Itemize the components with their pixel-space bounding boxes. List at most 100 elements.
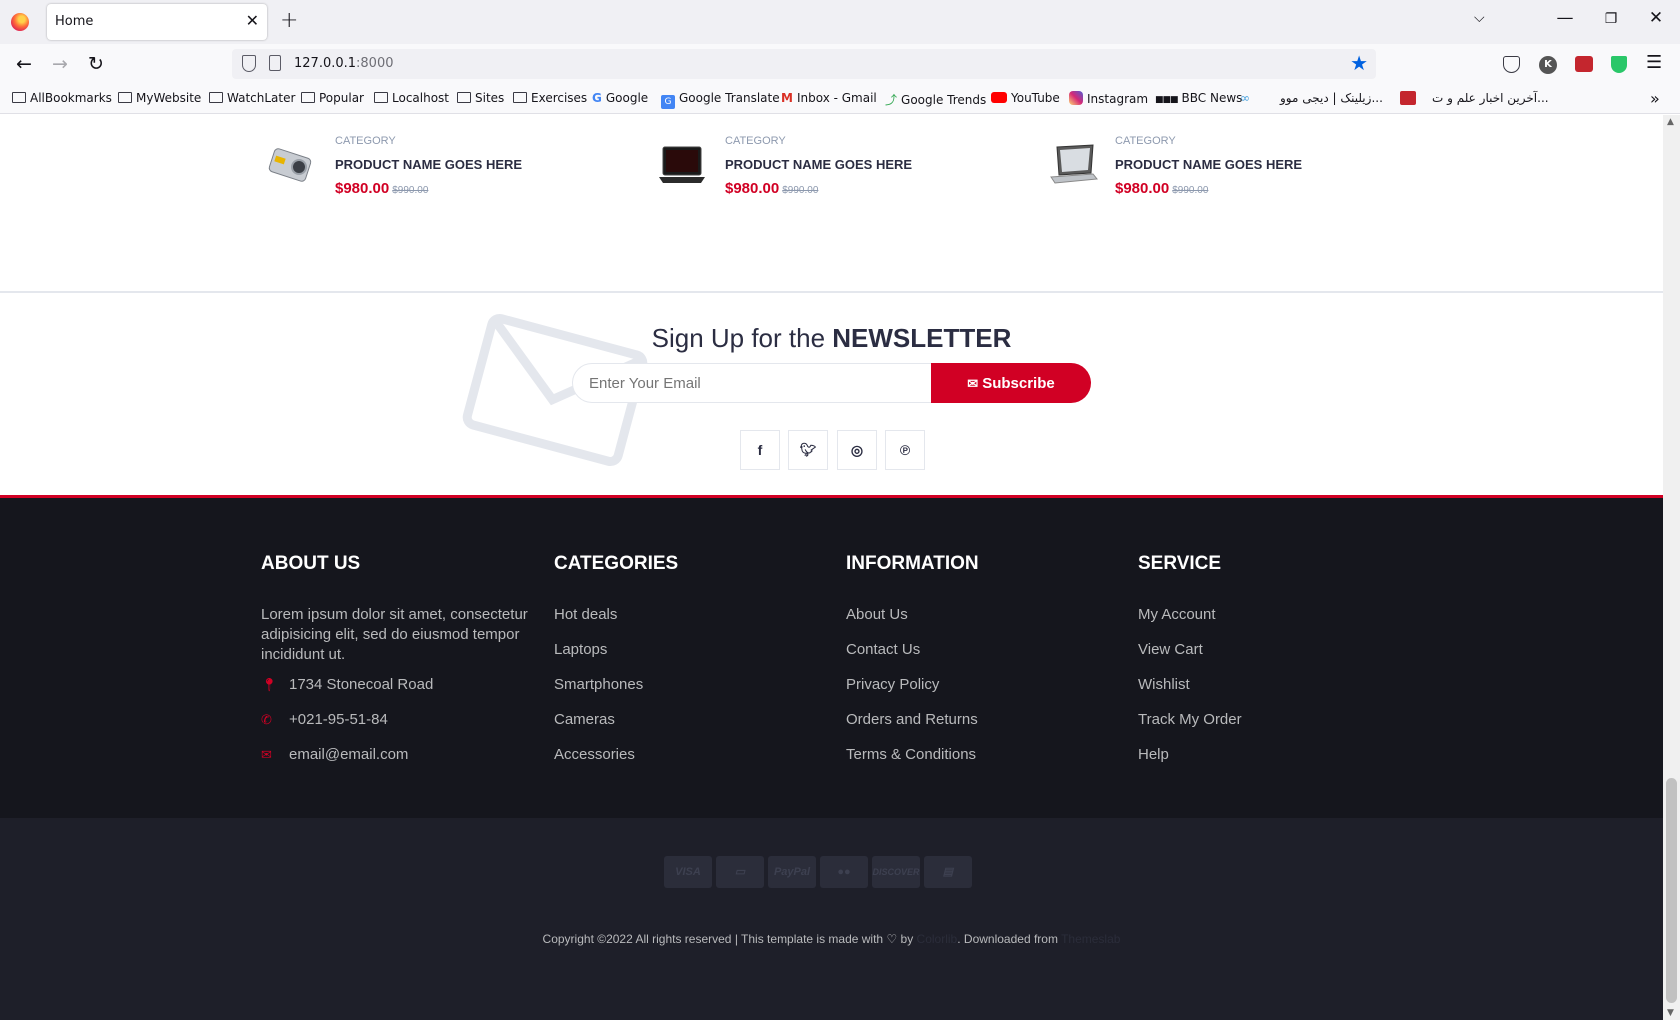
minimize-icon[interactable]: —: [1550, 8, 1580, 28]
product-name[interactable]: PRODUCT NAME GOES HERE: [335, 157, 522, 172]
back-arrow-icon[interactable]: ←: [12, 53, 36, 75]
restore-window-icon[interactable]: ❐: [1596, 11, 1626, 27]
footer-link-smartphones[interactable]: Smartphones: [554, 675, 834, 710]
footer-link-about-us[interactable]: About Us: [846, 605, 1126, 640]
extension-calendar-icon[interactable]: [1575, 56, 1593, 72]
tab-title: Home: [55, 14, 94, 29]
bookmark-science-news-label[interactable]: آخرین اخبار علم و ت...: [1432, 91, 1549, 105]
page-scrollbar[interactable]: ▲ ▼: [1663, 115, 1680, 1020]
bookmark-google[interactable]: G Google: [592, 91, 648, 105]
page-info-icon[interactable]: [269, 55, 281, 71]
footer-link-cameras[interactable]: Cameras: [554, 710, 834, 745]
scrollbar-thumb[interactable]: [1666, 778, 1677, 1003]
twitter-icon[interactable]: 🐦︎: [788, 430, 828, 470]
product-name[interactable]: PRODUCT NAME GOES HERE: [725, 157, 912, 172]
pinterest-icon[interactable]: ℗: [885, 430, 925, 470]
footer-link-terms[interactable]: Terms & Conditions: [846, 745, 1126, 780]
more-bookmarks-chevron-icon[interactable]: »: [1650, 89, 1660, 108]
price-old: $990.00: [392, 185, 429, 196]
bookmark-allbookmarks[interactable]: AllBookmarks: [12, 91, 112, 105]
laptop-silver-product-image[interactable]: [1045, 143, 1099, 187]
footer-link-help[interactable]: Help: [1138, 745, 1418, 780]
bookmark-mywebsite[interactable]: MyWebsite: [118, 91, 201, 105]
bookmark-gmail[interactable]: M Inbox - Gmail: [781, 91, 877, 105]
product-category: CATEGORY: [725, 135, 786, 147]
bookmark-google-translate[interactable]: G Google Translate: [661, 91, 780, 109]
product-widget[interactable]: CATEGORY PRODUCT NAME GOES HERE $980.00 $…: [265, 135, 605, 205]
bookmark-label: Sites: [475, 91, 505, 105]
copyright: Copyright ©2022 All rights reserved | Th…: [0, 932, 1663, 946]
bookmark-watchlater[interactable]: WatchLater: [209, 91, 295, 105]
price-current: $980.00: [725, 180, 780, 197]
newsletter-email-input[interactable]: [572, 363, 932, 403]
bookmark-label: WatchLater: [227, 91, 296, 105]
footer-link-orders-returns[interactable]: Orders and Returns: [846, 710, 1126, 745]
subscribe-label: Subscribe: [982, 374, 1055, 392]
themeslab-link[interactable]: Themeslab: [1061, 932, 1120, 946]
browser-tab-home[interactable]: Home ✕: [47, 4, 267, 40]
bookmark-google-trends[interactable]: ⤴ Google Trends: [885, 91, 986, 108]
reload-icon[interactable]: ↻: [84, 53, 108, 75]
paypal-icon: PayPal: [768, 856, 816, 888]
laptop-dark-product-image[interactable]: [655, 143, 709, 187]
footer-link-wishlist[interactable]: Wishlist: [1138, 675, 1418, 710]
bookmark-bbc-news[interactable]: ■■■ BBC News: [1155, 91, 1242, 105]
account-avatar[interactable]: K: [1539, 56, 1557, 74]
footer-link-contact-us[interactable]: Contact Us: [846, 640, 1126, 675]
bookmark-popular[interactable]: Popular: [301, 91, 364, 105]
instagram-icon[interactable]: ◎: [837, 430, 877, 470]
colorlib-link[interactable]: Colorlib: [917, 932, 958, 946]
footer-link-accessories[interactable]: Accessories: [554, 745, 834, 780]
footer-address[interactable]: 📍︎ 1734 Stonecoal Road: [261, 675, 541, 710]
scroll-up-arrow-icon[interactable]: ▲: [1667, 117, 1674, 127]
footer-service-column: Service My Account View Cart Wishlist Tr…: [1138, 553, 1418, 780]
phone-text: +021-95-51-84: [289, 711, 388, 728]
bookmark-star-icon[interactable]: ★: [1350, 51, 1368, 75]
footer-email[interactable]: ✉ email@email.com: [261, 745, 541, 780]
google-icon: G: [592, 91, 602, 105]
bookmarks-toolbar: AllBookmarks MyWebsite WatchLater Popula…: [0, 84, 1680, 114]
bookmark-sites[interactable]: Sites: [457, 91, 504, 105]
forward-arrow-icon[interactable]: →: [48, 53, 72, 75]
close-tab-icon[interactable]: ✕: [246, 11, 259, 30]
footer-phone[interactable]: ✆ +021-95-51-84: [261, 710, 541, 745]
url-bar[interactable]: 127.0.0.1:8000 ★: [232, 49, 1376, 79]
pocket-icon[interactable]: [1503, 56, 1520, 73]
browser-navigation-bar: ← → ↻ 127.0.0.1:8000 ★ K 2 ☰: [0, 44, 1680, 103]
footer-link-view-cart[interactable]: View Cart: [1138, 640, 1418, 675]
tracking-protection-shield-icon[interactable]: [242, 55, 256, 72]
adguard-shield-icon[interactable]: [1611, 56, 1627, 73]
new-tab-plus-icon[interactable]: +: [280, 8, 298, 33]
bookmark-label: BBC News: [1181, 91, 1243, 105]
footer-title-information: Information: [846, 553, 979, 574]
footer-link-my-account[interactable]: My Account: [1138, 605, 1418, 640]
subscribe-button[interactable]: ✉ Subscribe: [931, 363, 1091, 403]
footer-link-privacy-policy[interactable]: Privacy Policy: [846, 675, 1126, 710]
footer-link-track-order[interactable]: Track My Order: [1138, 710, 1418, 745]
product-widget[interactable]: CATEGORY PRODUCT NAME GOES HERE $980.00 $…: [655, 135, 995, 205]
bookmark-exercises[interactable]: Exercises: [513, 91, 587, 105]
copyright-text: Copyright ©2022 All rights reserved | Th…: [542, 932, 917, 946]
facebook-icon[interactable]: f: [740, 430, 780, 470]
url-port: :8000: [356, 56, 394, 71]
envelope-outline-icon: ✉: [261, 747, 272, 762]
hamburger-menu-icon[interactable]: ☰: [1646, 52, 1662, 73]
footer-link-hot-deals[interactable]: Hot deals: [554, 605, 834, 640]
bookmark-zilink[interactable]: زیلینک | دیجی موو...: [1280, 91, 1383, 105]
bookmark-science-news[interactable]: [1400, 91, 1416, 106]
list-tabs-chevron-icon[interactable]: ⌵: [1474, 10, 1485, 26]
product-widget[interactable]: CATEGORY PRODUCT NAME GOES HERE $980.00 $…: [1045, 135, 1385, 205]
bookmark-instagram[interactable]: Instagram: [1069, 91, 1148, 106]
close-window-icon[interactable]: ✕: [1641, 8, 1671, 28]
product-name[interactable]: PRODUCT NAME GOES HERE: [1115, 157, 1302, 172]
bookmark-localhost[interactable]: Localhost: [374, 91, 449, 105]
bookmark-link-icon-only[interactable]: ∞: [1240, 91, 1254, 105]
bookmark-label: زیلینک | دیجی موو...: [1280, 91, 1383, 105]
url-text[interactable]: 127.0.0.1:8000: [294, 56, 394, 71]
folder-icon: [209, 92, 223, 103]
footer-link-laptops[interactable]: Laptops: [554, 640, 834, 675]
camera-product-image[interactable]: [265, 143, 319, 187]
scroll-down-arrow-icon[interactable]: ▼: [1667, 1008, 1674, 1018]
bookmark-youtube[interactable]: YouTube: [991, 91, 1060, 105]
bbc-icon: ■■■: [1155, 95, 1178, 105]
